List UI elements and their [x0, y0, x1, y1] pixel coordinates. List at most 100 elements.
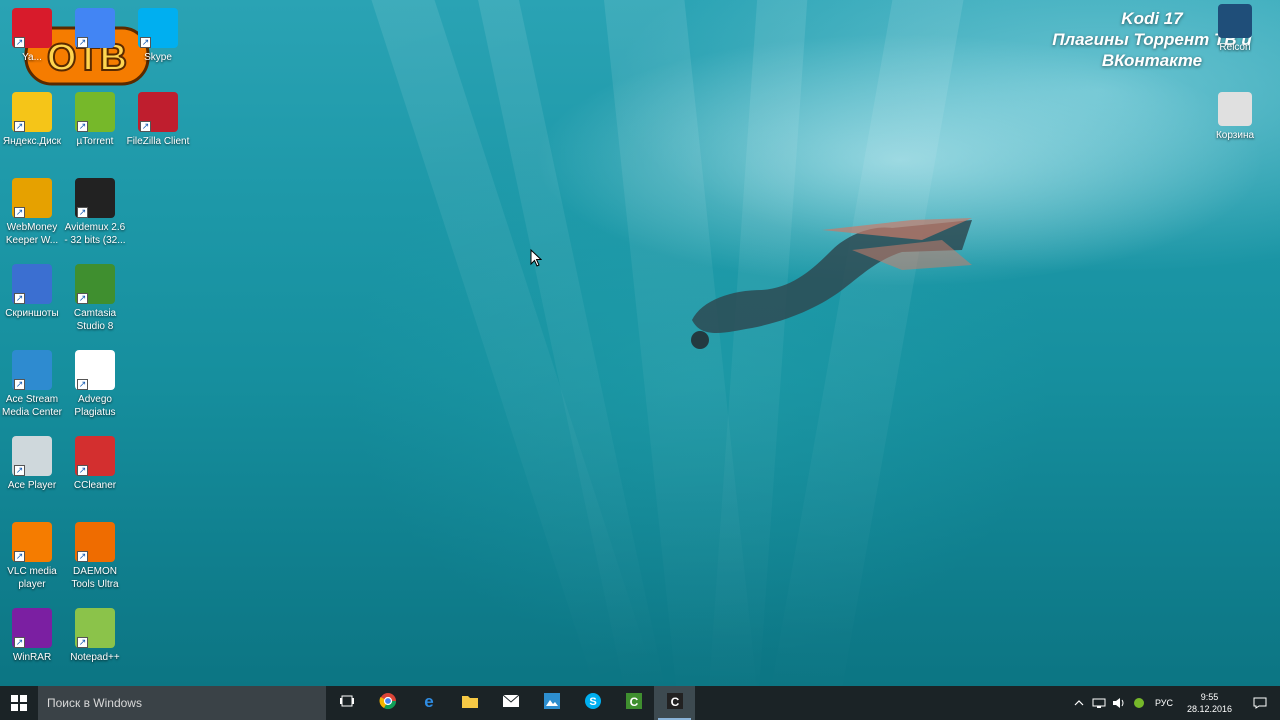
desktop-icon[interactable]: Relcon: [1203, 4, 1267, 54]
desktop-wallpaper: OTB Kodi 17 Плагины Торрент TB и ВКонтак…: [0, 0, 1280, 686]
svg-text:C: C: [670, 695, 679, 709]
ace-stream-icon: ↗: [12, 350, 52, 390]
desktop-icon-label: FileZilla Client: [126, 136, 190, 147]
desktop-icon[interactable]: ↗ Skype: [126, 8, 190, 64]
utorrent-icon: ↗: [75, 92, 115, 132]
edge-icon: e: [420, 692, 438, 715]
taskbar-file-explorer-button[interactable]: [449, 686, 490, 720]
daemon-tools-icon: ↗: [75, 522, 115, 562]
photo-app-icon: [543, 692, 561, 715]
shortcut-arrow-icon: ↗: [77, 207, 88, 218]
shortcut-arrow-icon: ↗: [14, 465, 25, 476]
filezilla-icon: ↗: [138, 92, 178, 132]
chrome-icon: ↗: [75, 8, 115, 48]
search-placeholder: Поиск в Windows: [47, 696, 142, 710]
taskbar: Поиск в Windows e S C C РУС 9:55 28.12.2016: [0, 686, 1280, 720]
taskbar-edge-button[interactable]: e: [408, 686, 449, 720]
shortcut-arrow-icon: ↗: [14, 37, 25, 48]
desktop-icon[interactable]: Корзина: [1203, 92, 1267, 142]
desktop-icon-label: Relcon: [1219, 42, 1251, 53]
svg-text:S: S: [589, 696, 596, 708]
mouse-cursor-icon: [530, 249, 542, 267]
vlc-cone-icon: ↗: [12, 522, 52, 562]
desktop-icon[interactable]: ↗ Camtasia Studio 8: [63, 264, 127, 333]
utorrent-tray-icon[interactable]: [1129, 686, 1149, 720]
desktop-icon-label: µTorrent: [76, 136, 114, 147]
clock[interactable]: 9:55 28.12.2016: [1179, 691, 1240, 715]
advego-icon: ↗: [75, 350, 115, 390]
taskbar-task-view-button[interactable]: [326, 686, 367, 720]
desktop-icon[interactable]: ↗ Яндекс.Диск: [0, 92, 64, 148]
shortcut-arrow-icon: ↗: [77, 637, 88, 648]
desktop-icon[interactable]: ↗ WebMoney Keeper W...: [0, 178, 64, 247]
windows-logo-icon: [11, 695, 27, 711]
skype-icon: ↗: [138, 8, 178, 48]
shortcut-arrow-icon: ↗: [140, 37, 151, 48]
desktop-icon-label: DAEMON Tools Ultra: [71, 566, 119, 590]
taskbar-search-box[interactable]: Поиск в Windows: [38, 686, 326, 720]
clapperboard-icon: ↗: [75, 178, 115, 218]
desktop-icon-label: Ace Player: [7, 480, 57, 491]
shortcut-arrow-icon: ↗: [14, 207, 25, 218]
desktop-icon-label: Ya...: [22, 52, 42, 63]
file-explorer-icon: [461, 693, 479, 714]
tray-overflow-chevron-icon[interactable]: [1069, 686, 1089, 720]
shortcut-arrow-icon: ↗: [140, 121, 151, 132]
shortcut-arrow-icon: ↗: [14, 293, 25, 304]
desktop-icon[interactable]: ↗ µTorrent: [63, 92, 127, 148]
desktop-icon[interactable]: ↗: [63, 8, 127, 51]
yandex-browser-icon: ↗: [12, 8, 52, 48]
shortcut-arrow-icon: ↗: [77, 37, 88, 48]
svg-text:C: C: [629, 695, 638, 709]
freediver-silhouette: [691, 218, 972, 349]
desktop-icon[interactable]: ↗ Ace Player: [0, 436, 64, 492]
taskbar-chrome-button[interactable]: [367, 686, 408, 720]
shortcut-arrow-icon: ↗: [14, 379, 25, 390]
network-icon[interactable]: [1089, 686, 1109, 720]
desktop-icon[interactable]: ↗ CCleaner: [63, 436, 127, 492]
taskbar-skype-button[interactable]: S: [572, 686, 613, 720]
clock-date: 28.12.2016: [1186, 704, 1232, 714]
taskbar-photo-app-button[interactable]: [531, 686, 572, 720]
shortcut-arrow-icon: ↗: [14, 121, 25, 132]
ccleaner-icon: ↗: [75, 436, 115, 476]
desktop-icon[interactable]: ↗ DAEMON Tools Ultra: [63, 522, 127, 591]
chrome-icon: [379, 692, 397, 715]
mail-icon: [502, 694, 520, 713]
desktop-icon-label: Ace Stream Media Center: [1, 394, 63, 418]
notepadpp-icon: ↗: [75, 608, 115, 648]
shortcut-arrow-icon: ↗: [77, 293, 88, 304]
desktop-icon[interactable]: ↗ VLC media player: [0, 522, 64, 591]
clock-time: 9:55: [1200, 692, 1219, 702]
desktop-icon[interactable]: ↗ Notepad++: [63, 608, 127, 664]
action-center-icon[interactable]: [1240, 686, 1280, 720]
webmoney-icon: ↗: [12, 178, 52, 218]
taskbar-camtasia-recorder-button[interactable]: C: [654, 686, 695, 720]
shortcut-arrow-icon: ↗: [77, 465, 88, 476]
shortcut-arrow-icon: ↗: [77, 551, 88, 562]
desktop-icon[interactable]: ↗ FileZilla Client: [126, 92, 190, 148]
desktop-icon[interactable]: ↗ Скриншоты: [0, 264, 64, 320]
monitor-icon: [1218, 4, 1252, 38]
taskbar-camtasia-button[interactable]: C: [613, 686, 654, 720]
desktop-icon[interactable]: ↗ Ya...: [0, 8, 64, 64]
shortcut-arrow-icon: ↗: [77, 379, 88, 390]
language-indicator[interactable]: РУС: [1149, 686, 1179, 720]
start-button[interactable]: [0, 686, 38, 720]
camtasia-icon: C: [625, 692, 643, 715]
taskbar-mail-button[interactable]: [490, 686, 531, 720]
desktop-icon-label: VLC media player: [7, 566, 57, 590]
system-tray: РУС 9:55 28.12.2016: [1069, 686, 1280, 720]
skype-icon: S: [584, 692, 602, 715]
camtasia-icon: ↗: [75, 264, 115, 304]
recycle-bin-icon: [1218, 92, 1252, 126]
desktop-icon[interactable]: ↗ Ace Stream Media Center: [0, 350, 64, 419]
shortcut-arrow-icon: ↗: [14, 551, 25, 562]
desktop-icon[interactable]: ↗ Avidemux 2.6 - 32 bits (32...: [63, 178, 127, 247]
svg-text:e: e: [424, 692, 433, 710]
desktop-icon[interactable]: ↗ Advego Plagiatus: [63, 350, 127, 419]
screenshot-scissors-icon: ↗: [12, 264, 52, 304]
desktop-icon[interactable]: ↗ WinRAR: [0, 608, 64, 664]
volume-icon[interactable]: [1109, 686, 1129, 720]
desktop-icon-label: Яндекс.Диск: [2, 136, 62, 147]
